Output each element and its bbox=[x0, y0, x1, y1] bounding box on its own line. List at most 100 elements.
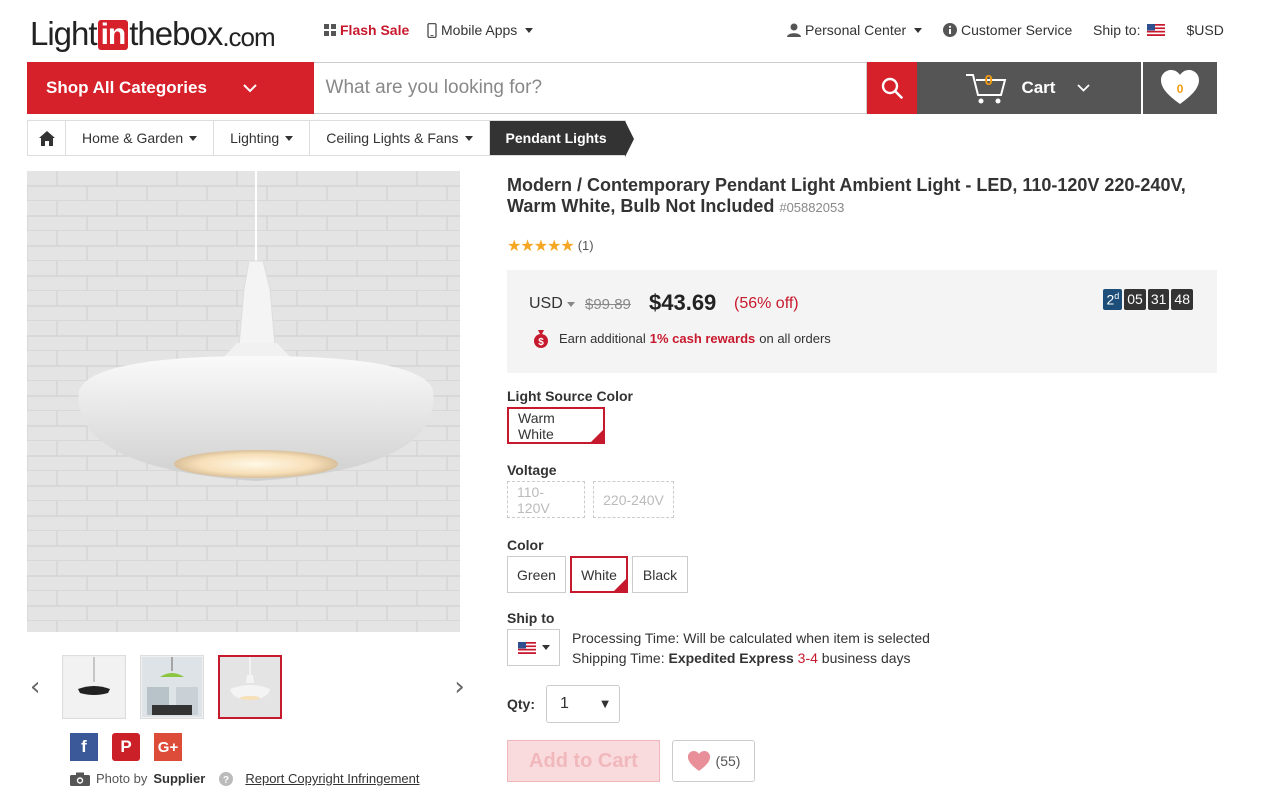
help-icon[interactable]: ? bbox=[219, 771, 234, 786]
customer-service-link[interactable]: Customer Service bbox=[943, 22, 1072, 38]
product-main-image[interactable] bbox=[27, 171, 460, 632]
wishlist-button[interactable]: 0 bbox=[1143, 62, 1217, 114]
original-price: $99.89 bbox=[585, 296, 631, 313]
phone-icon bbox=[427, 22, 437, 38]
shipping-info: Processing Time: Will be calculated when… bbox=[572, 628, 930, 668]
cart-label: Cart bbox=[1021, 78, 1056, 97]
customer-service-label: Customer Service bbox=[961, 22, 1073, 38]
currency-selector[interactable]: USD bbox=[529, 295, 575, 313]
product-title-text: Modern / Contemporary Pendant Light Ambi… bbox=[507, 175, 1186, 216]
photo-by-label: Photo by bbox=[96, 771, 148, 786]
review-count: (1) bbox=[577, 238, 594, 253]
logo-thebox: thebox bbox=[129, 15, 223, 52]
flash-sale-link[interactable]: Flash Sale bbox=[324, 22, 409, 38]
mobile-apps-menu[interactable]: Mobile Apps bbox=[427, 22, 534, 38]
search-bar: Shop All Categories 0 Cart 0 bbox=[27, 62, 1217, 114]
shipping-time: Shipping Time: Expedited Express 3-4 bus… bbox=[572, 650, 911, 666]
price-box: USD $99.89 $43.69 (56% off) $ Earn addit… bbox=[507, 270, 1217, 373]
discount-label: (56% off) bbox=[734, 295, 799, 312]
option-green[interactable]: Green bbox=[507, 556, 566, 593]
wishlist-count: (55) bbox=[715, 753, 741, 769]
product-rating[interactable]: ★★★★★ (1) bbox=[507, 236, 594, 255]
chevron-down-icon bbox=[243, 83, 257, 92]
timer-minutes: 31 bbox=[1147, 289, 1170, 310]
pinterest-icon[interactable]: P bbox=[112, 733, 140, 761]
quantity-select[interactable]: 1 ▼ bbox=[546, 685, 620, 723]
thumbnail-selected[interactable] bbox=[218, 655, 283, 719]
chevron-down-icon bbox=[189, 135, 198, 141]
timer-hours: 05 bbox=[1124, 289, 1146, 310]
option-warm-white[interactable]: Warm White bbox=[507, 407, 605, 444]
triangle-down-icon: ▼ bbox=[601, 698, 609, 710]
breadcrumb-home[interactable] bbox=[28, 121, 66, 155]
cash-suffix: on all orders bbox=[759, 330, 831, 346]
us-flag-icon bbox=[517, 641, 536, 654]
star-rating-icon: ★★★★★ bbox=[507, 236, 575, 255]
facebook-icon[interactable]: f bbox=[70, 733, 98, 761]
chevron-down-icon bbox=[1077, 84, 1091, 92]
search-input[interactable] bbox=[313, 62, 867, 114]
personal-center-menu[interactable]: Personal Center bbox=[787, 22, 923, 38]
cash-highlight: 1% cash rewards bbox=[649, 330, 756, 346]
add-to-cart-button[interactable]: Add to Cart bbox=[507, 740, 660, 782]
option-black[interactable]: Black bbox=[632, 556, 688, 593]
currency-label: $USD bbox=[1186, 22, 1224, 38]
breadcrumb-label: Ceiling Lights & Fans bbox=[326, 130, 459, 146]
thumbnail[interactable] bbox=[62, 655, 127, 719]
thumbnail[interactable] bbox=[140, 655, 205, 719]
qty-label: Qty: bbox=[507, 696, 535, 712]
countdown-timer: 2d 05 31 48 bbox=[1103, 289, 1193, 310]
chevron-down-icon bbox=[285, 135, 294, 141]
shop-all-categories-button[interactable]: Shop All Categories bbox=[27, 62, 314, 114]
google-plus-icon[interactable]: G+ bbox=[154, 733, 182, 761]
us-flag-icon bbox=[1147, 24, 1166, 36]
ship-to-selector[interactable]: Ship to: $USD bbox=[1093, 22, 1224, 38]
search-icon bbox=[881, 77, 903, 99]
photo-credit: Photo by Supplier ? Report Copyright Inf… bbox=[70, 771, 420, 786]
info-icon bbox=[943, 23, 957, 37]
logo-com: .com bbox=[222, 22, 275, 52]
wishlist-count: 0 bbox=[1176, 82, 1184, 96]
cart-count: 0 bbox=[984, 72, 993, 89]
color-label: Color bbox=[507, 537, 544, 553]
breadcrumb-ceiling-lights[interactable]: Ceiling Lights & Fans bbox=[310, 121, 490, 155]
ship-to-section-label: Ship to bbox=[507, 610, 555, 626]
cart-button[interactable]: 0 Cart bbox=[917, 62, 1142, 114]
breadcrumb-label: Lighting bbox=[230, 130, 280, 146]
camera-icon bbox=[70, 772, 90, 786]
svg-text:?: ? bbox=[223, 775, 229, 786]
heart-icon bbox=[687, 750, 710, 771]
home-icon bbox=[38, 130, 55, 146]
timer-days: 2d bbox=[1103, 289, 1123, 310]
shipping-method: Expedited Express bbox=[668, 650, 794, 666]
breadcrumb-home-garden[interactable]: Home & Garden bbox=[66, 121, 215, 155]
ship-country-selector[interactable] bbox=[507, 629, 560, 666]
add-to-wishlist-button[interactable]: (55) bbox=[672, 740, 755, 782]
product-sku: #05882053 bbox=[779, 200, 845, 215]
money-bag-icon: $ bbox=[534, 330, 548, 348]
qty-value: 1 bbox=[560, 695, 569, 712]
chevron-left-icon[interactable]: ‹ bbox=[30, 672, 40, 702]
chevron-down-icon bbox=[541, 645, 550, 650]
option-110-120v[interactable]: 110-120V bbox=[507, 481, 585, 518]
white-lamp-thumbnail bbox=[220, 657, 281, 717]
chevron-right-icon[interactable]: › bbox=[454, 672, 464, 702]
timer-seconds: 48 bbox=[1171, 289, 1193, 310]
chevron-down-icon bbox=[914, 27, 923, 33]
cash-rewards: $ Earn additional 1% cash rewards on all… bbox=[531, 328, 831, 348]
chevron-down-icon bbox=[525, 27, 534, 33]
site-logo[interactable]: Light in thebox .com bbox=[30, 6, 276, 52]
light-source-label: Light Source Color bbox=[507, 388, 633, 404]
search-button[interactable] bbox=[866, 62, 918, 114]
breadcrumb-lighting[interactable]: Lighting bbox=[214, 121, 311, 155]
user-icon bbox=[787, 23, 801, 37]
option-220-240v[interactable]: 220-240V bbox=[593, 481, 674, 518]
shop-all-label: Shop All Categories bbox=[46, 78, 207, 97]
supplier-label: Supplier bbox=[153, 771, 206, 786]
breadcrumb: Home & Garden Lighting Ceiling Lights & … bbox=[27, 120, 634, 157]
report-copyright-link[interactable]: Report Copyright Infringement bbox=[245, 771, 419, 786]
option-white[interactable]: White bbox=[570, 556, 628, 593]
logo-in: in bbox=[97, 20, 129, 50]
breadcrumb-current: Pendant Lights bbox=[489, 121, 634, 157]
thumbnail-strip: ‹ › bbox=[30, 655, 465, 719]
